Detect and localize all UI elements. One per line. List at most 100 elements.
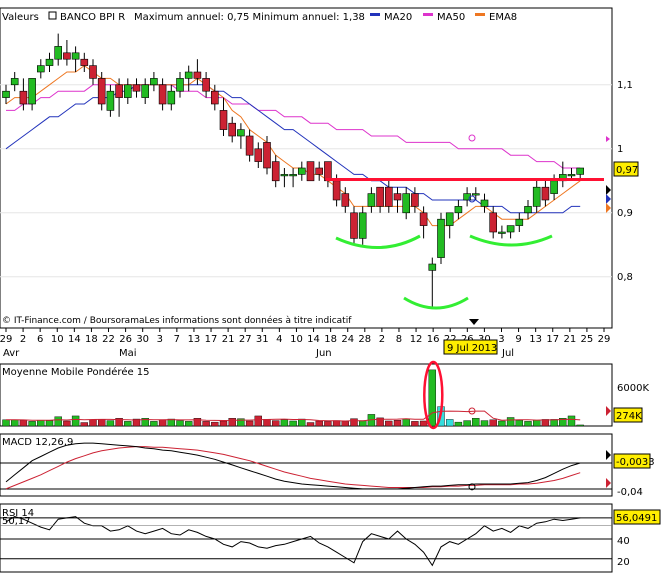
volume-bar — [124, 421, 132, 427]
candle-body — [480, 199, 489, 207]
volume-bar — [419, 420, 428, 427]
candle-body — [263, 142, 271, 169]
price-tick-1-1: 1,1 — [617, 80, 633, 91]
volume-bar — [45, 420, 54, 427]
candle-body — [237, 129, 245, 137]
volume-bar — [202, 421, 210, 427]
x-date-label: 27 — [239, 334, 252, 345]
volume-last-value: 274K — [616, 411, 642, 422]
rsi-last-value: 56,0491 — [616, 513, 657, 524]
candle-body — [280, 174, 289, 177]
candle-body — [532, 186, 541, 207]
candle-body — [454, 206, 463, 214]
volume-bar — [10, 419, 19, 427]
volume-bar — [472, 418, 480, 427]
volume-bar — [506, 417, 515, 427]
x-date-label: 10 — [51, 334, 64, 345]
x-date-label: 4 — [276, 334, 282, 345]
volume-bar — [567, 415, 576, 427]
x-date-label: 13 — [188, 334, 201, 345]
candle-body — [245, 135, 254, 156]
candle-body — [167, 90, 176, 105]
x-axis-labels: 29 2 6 10 14 18 22 26 30 3 7 13 17 21 27 31 4 10 14 18 24 28 2… — [0, 328, 610, 345]
x-date-label: 6 — [37, 334, 43, 345]
volume-bar — [385, 420, 393, 427]
legend-valeurs: Valeurs — [2, 12, 39, 23]
x-date-label: 26 — [119, 334, 132, 345]
volume-bar — [158, 419, 167, 427]
candle-body — [384, 186, 393, 207]
month-avr: Avr — [3, 348, 20, 359]
candle-body — [471, 193, 480, 196]
x-date-label: 13 — [529, 334, 542, 345]
x-date-label: 29 — [598, 334, 611, 345]
candle-body — [184, 71, 193, 79]
candle-body — [297, 167, 306, 175]
candle-body — [211, 90, 219, 105]
legend-ema8: EMA8 — [489, 12, 517, 23]
macd-tick: -0,04 — [617, 487, 643, 498]
volume-bar — [219, 420, 228, 427]
volume-bar — [106, 420, 115, 427]
candle-body — [324, 161, 332, 182]
x-date-label: 14 — [307, 334, 320, 345]
x-date-label: 17 — [205, 334, 218, 345]
candle-body — [132, 84, 141, 92]
x-date-label: 16 — [427, 334, 440, 345]
candle-body — [219, 110, 228, 130]
legend-stock-name: BANCO BPI R — [60, 12, 125, 23]
candle-body — [402, 193, 411, 214]
volume-tick: 6000K — [617, 383, 649, 394]
candle-body — [158, 84, 167, 105]
candle-body — [393, 193, 402, 201]
ema8-swatch — [475, 13, 485, 16]
candle-body — [45, 58, 54, 66]
candle-body — [106, 90, 115, 111]
volume-bar — [393, 419, 402, 427]
candle-body — [28, 78, 36, 105]
x-date-label: 2 — [20, 334, 26, 345]
chart-canvas: Valeurs BANCO BPI R Maximum annuel: 0,75… — [0, 7, 661, 573]
candle-body — [341, 193, 350, 207]
rsi-tick-40: 40 — [617, 536, 630, 547]
volume-bar — [63, 420, 71, 427]
volume-bar — [428, 369, 436, 427]
stock-chart-widget: Valeurs BANCO BPI R Maximum annuel: 0,75… — [0, 0, 665, 575]
candle-body — [515, 218, 524, 226]
volume-bar — [489, 419, 497, 427]
candle-body — [550, 180, 558, 194]
volume-bar — [576, 424, 584, 427]
volume-bar — [280, 419, 289, 427]
volume-bar — [533, 419, 541, 427]
candle-body — [124, 84, 132, 98]
volume-bar — [184, 421, 193, 427]
candle-body — [115, 84, 123, 98]
volume-bar — [550, 419, 558, 427]
candle-body — [97, 78, 106, 105]
x-date-label: 17 — [546, 334, 559, 345]
candle-body — [437, 218, 445, 258]
volume-bar — [524, 421, 532, 427]
candle-body — [506, 225, 515, 233]
x-date-label: 24 — [341, 334, 354, 345]
volume-bar — [97, 419, 106, 427]
volume-bar — [411, 421, 419, 427]
volume-bar — [463, 420, 471, 427]
volume-title: Moyenne Mobile Pondérée 15 — [2, 366, 150, 378]
price-tick-0-9: 0,9 — [617, 208, 633, 219]
candle-body — [445, 212, 454, 226]
candle-body — [193, 71, 202, 79]
candle-body — [332, 180, 341, 201]
x-date-label: 9 — [515, 334, 521, 345]
volume-bar — [402, 418, 410, 427]
candle-body — [36, 65, 45, 73]
month-mai: Mai — [119, 348, 137, 359]
volume-bar — [289, 420, 297, 427]
candle-body — [419, 212, 428, 226]
x-date-label: 10 — [290, 334, 303, 345]
candle-body — [541, 186, 550, 201]
last-price-value: 0,97 — [616, 165, 638, 176]
candle-body — [80, 58, 89, 66]
volume-bar — [315, 420, 323, 427]
volume-bar — [89, 419, 97, 427]
